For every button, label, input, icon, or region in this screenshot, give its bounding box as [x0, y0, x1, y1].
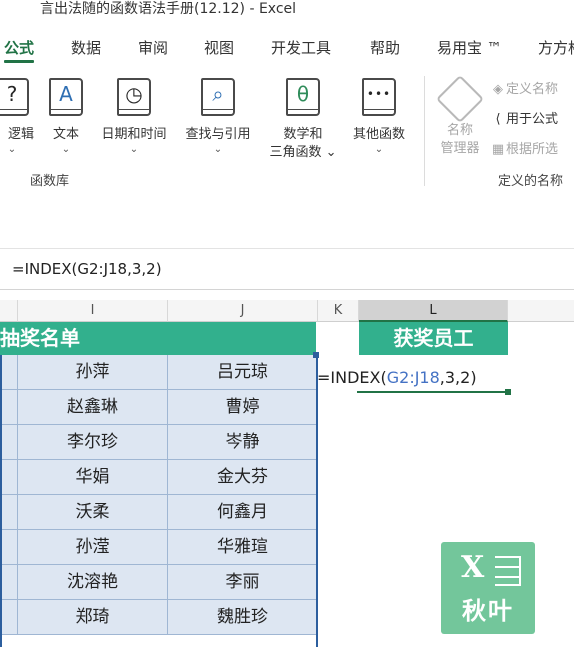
excel-x-icon: X [461, 550, 485, 585]
column-header-j[interactable]: J [168, 300, 318, 322]
window-title: 言出法随的函数语法手册(12.12) - Excel [40, 1, 297, 17]
tab-data[interactable]: 数据 [71, 34, 101, 62]
range-reference: G2:J18 [386, 368, 440, 387]
tag-icon: ◈ [493, 82, 503, 97]
tab-yiyongbao[interactable]: 易用宝 ™ [437, 34, 502, 62]
lookup-icon: ⌕ [201, 78, 235, 116]
editing-cell[interactable]: =INDEX(G2:J18,3,2) [317, 368, 477, 387]
math-trig-button[interactable]: θ 数学和 三角函数 ⌄ [262, 78, 344, 162]
sheet-lines-icon [495, 556, 521, 586]
defined-names-label: 定义的名称 [498, 174, 564, 189]
active-cell-border [357, 391, 507, 393]
title-bar: 言出法随的函数语法手册(12.12) - Excel [0, 0, 574, 22]
more-functions-icon: ••• [362, 78, 396, 116]
brand-text: 秋叶 [462, 597, 514, 625]
lottery-range: 孙萍 吕元琼 赵鑫琳 曹婷 李尔珍 岑静 华娟 金大芬 沃柔 何鑫月 孙滢 华雅… [0, 355, 318, 647]
name-manager-button[interactable]: 名称 管理器 [435, 74, 485, 158]
grid-icon: ▦ [491, 142, 505, 157]
tab-fangfangge[interactable]: 方方格 [538, 34, 574, 62]
more-functions-button[interactable]: ••• 其他函数 ⌄ [344, 78, 414, 156]
function-library-label: 函数库 [30, 174, 70, 189]
logical-icon: ? [0, 78, 29, 116]
define-name-button[interactable]: ◈ 定义名称 [490, 78, 558, 97]
tab-view[interactable]: 视图 [204, 34, 234, 62]
range-fill-handle[interactable] [313, 352, 319, 358]
tag-arrow-icon: ⟨ [495, 112, 501, 127]
text-button[interactable]: A 文本 ⌄ [44, 78, 88, 156]
column-header-k[interactable]: K [318, 300, 359, 322]
text-icon: A [49, 78, 83, 116]
column-header-i[interactable]: I [18, 300, 168, 322]
date-time-button[interactable]: ◷ 日期和时间 ⌄ [94, 78, 174, 156]
column-header-m[interactable] [508, 300, 574, 322]
qiuye-logo: X 秋叶 [441, 542, 535, 634]
create-from-selection-button[interactable]: ▦ 根据所选 [490, 138, 558, 157]
theta-icon: θ [286, 78, 320, 116]
header-winners[interactable]: 获奖员工 [359, 322, 508, 355]
ribbon-formulas: ? 逻辑 ⌄ A 文本 ⌄ ◷ 日期和时间 ⌄ ⌕ 查找与引用 ⌄ θ 数学和 … [0, 66, 574, 198]
name-tag-icon [435, 74, 485, 124]
logical-button[interactable]: ? 逻辑 ⌄ [0, 78, 38, 156]
ribbon-separator [424, 76, 425, 186]
tab-formulas[interactable]: 公式 [4, 34, 35, 63]
use-in-formula-button[interactable]: ⟨ 用于公式 [490, 108, 558, 127]
column-header-h[interactable] [0, 300, 18, 322]
formula-text[interactable]: =INDEX(G2:J18,3,2) [12, 260, 162, 278]
clock-icon: ◷ [117, 78, 151, 116]
tab-review[interactable]: 审阅 [138, 34, 168, 62]
ribbon-tabs: 公式 数据 审阅 视图 开发工具 帮助 易用宝 ™ 方方格 [0, 34, 574, 66]
tab-developer[interactable]: 开发工具 [271, 34, 331, 62]
header-lottery-list[interactable]: 抽奖名单 [0, 322, 316, 355]
tab-help[interactable]: 帮助 [370, 34, 400, 62]
formula-bar[interactable]: =INDEX(G2:J18,3,2) [0, 248, 574, 290]
active-cell-fill-handle[interactable] [505, 389, 511, 395]
column-header-l[interactable]: L [359, 300, 508, 322]
lookup-reference-button[interactable]: ⌕ 查找与引用 ⌄ [178, 78, 258, 156]
